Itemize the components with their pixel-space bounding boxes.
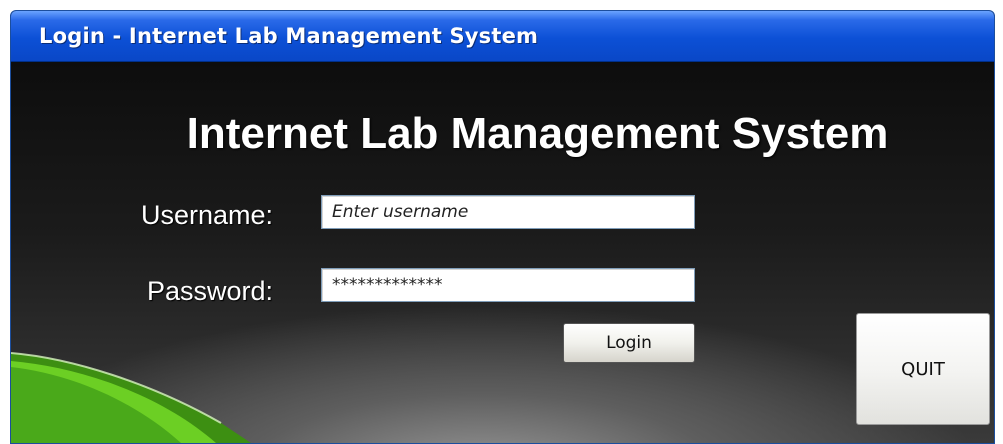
window-title: Login - Internet Lab Management System — [39, 24, 539, 48]
username-input[interactable] — [321, 195, 695, 229]
quit-button[interactable]: QUIT — [856, 313, 990, 425]
title-bar[interactable]: Login - Internet Lab Management System — [11, 11, 994, 62]
page-title: Internet Lab Management System — [186, 109, 889, 158]
password-label: Password: — [147, 276, 274, 306]
login-window: Login - Internet Lab Management System I… — [10, 10, 995, 444]
password-input[interactable] — [321, 268, 695, 302]
login-panel: Internet Lab Management System Username:… — [11, 62, 994, 443]
username-label: Username: — [141, 200, 274, 230]
login-button[interactable]: Login — [563, 323, 695, 363]
green-swoosh-graphic — [11, 352, 251, 443]
